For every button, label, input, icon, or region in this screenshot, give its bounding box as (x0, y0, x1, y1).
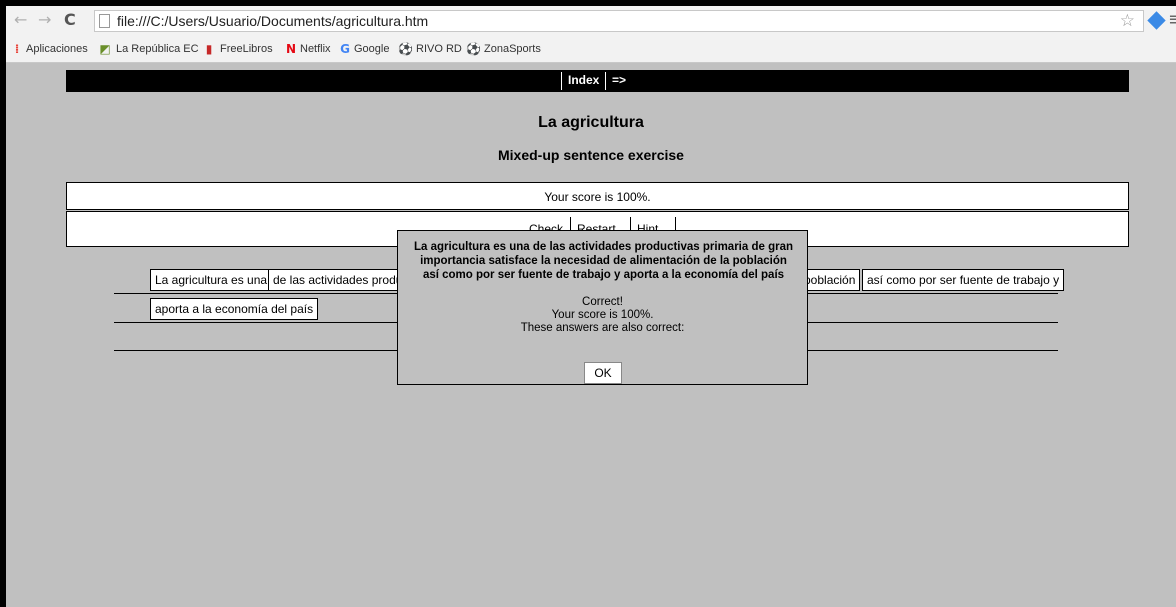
back-arrow-icon[interactable]: ← (14, 11, 27, 29)
browser-toolbar: ← → C file:///C:/Users/Usuario/Documents… (6, 6, 1176, 36)
page-title: La agricultura (538, 114, 644, 131)
sentence-chunk[interactable]: de las actividades produ (268, 269, 403, 291)
page-subtitle: Mixed-up sentence exercise (498, 147, 684, 163)
bookmark-zonasports[interactable]: ZonaSports (484, 43, 541, 55)
ok-button[interactable]: OK (584, 362, 622, 384)
next-link[interactable]: => (612, 73, 626, 87)
bookmark-larepublica[interactable]: La República EC (116, 43, 199, 55)
bookmark-freelibros[interactable]: FreeLibros (220, 43, 273, 55)
dialog-score: Your score is 100%. (551, 309, 654, 321)
nav-divider (605, 72, 606, 90)
browser-window: ← → C file:///C:/Users/Usuario/Documents… (6, 6, 1176, 607)
soccer-ball-icon: ⚽ (398, 42, 413, 56)
nav-divider (561, 72, 562, 90)
bookmark-google[interactable]: Google (354, 43, 389, 55)
sentence-chunk[interactable]: La agricultura es una (150, 269, 273, 291)
exercise-navbar: Index => (66, 70, 1129, 92)
bookmark-aplicaciones[interactable]: Aplicaciones (26, 43, 88, 55)
netflix-icon: N (285, 42, 297, 56)
correct-label: Correct! (582, 296, 623, 308)
index-link[interactable]: Index (568, 73, 599, 87)
score-text: Your score is 100%. (544, 190, 651, 204)
apps-grid-icon: ⁞ (14, 42, 20, 56)
feedback-box: Your score is 100%. (66, 182, 1129, 210)
sentence-chunk[interactable]: aporta a la economía del país (150, 298, 319, 320)
larepublica-icon: ◩ (99, 42, 111, 56)
address-bar[interactable]: file:///C:/Users/Usuario/Documents/agric… (94, 10, 1144, 32)
zonasports-icon: ⚽ (466, 42, 481, 56)
forward-arrow-icon[interactable]: → (38, 11, 51, 29)
correct-sentence: La agricultura es una de las actividades… (414, 241, 793, 281)
extension-icon[interactable] (1147, 11, 1166, 30)
feedback-dialog: La agricultura es una de las actividades… (397, 230, 808, 385)
bookmark-star-icon[interactable]: ☆ (1120, 11, 1135, 31)
freelibros-icon: ▮ (205, 42, 213, 56)
sentence-chunk[interactable]: así como por ser fuente de trabajo y (862, 269, 1065, 291)
google-icon: G (340, 42, 350, 56)
menu-icon[interactable]: ≡ (1168, 9, 1176, 30)
page-icon (99, 14, 110, 28)
bookmarks-bar: ⁞ Aplicaciones ◩ La República EC ▮ FreeL… (6, 36, 1176, 63)
bookmark-rivord[interactable]: RIVO RD (416, 43, 462, 55)
reload-icon[interactable]: C (64, 11, 76, 29)
also-correct-label: These answers are also correct: (520, 322, 685, 334)
bookmark-netflix[interactable]: Netflix (300, 43, 331, 55)
sentence-chunk[interactable]: población (799, 269, 861, 291)
url-text[interactable]: file:///C:/Users/Usuario/Documents/agric… (117, 13, 428, 29)
